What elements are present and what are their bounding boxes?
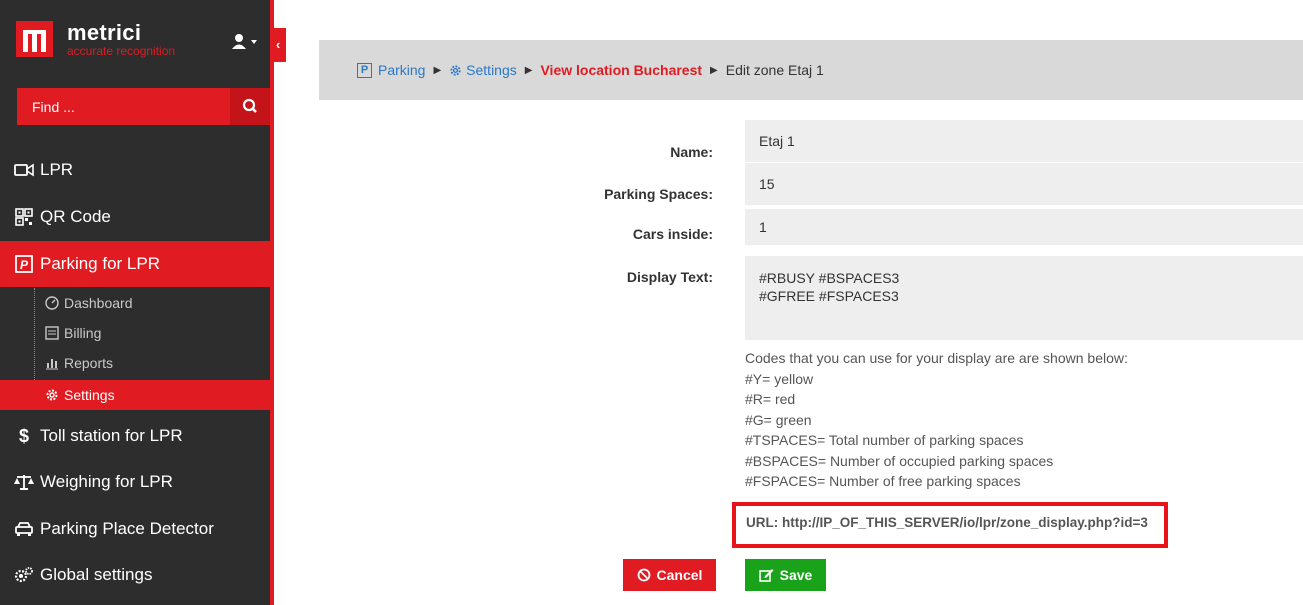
nav-item-label: Global settings: [40, 565, 153, 584]
help-intro: Codes that you can use for your display …: [745, 350, 1128, 366]
sidebar-border: [270, 0, 274, 605]
breadcrumb-view-location[interactable]: View location Bucharest: [540, 62, 702, 78]
nav-item-label: Parking Place Detector: [40, 519, 214, 538]
parking-spaces-field[interactable]: [745, 163, 1303, 205]
sidebar-collapse-button[interactable]: ‹: [270, 28, 286, 62]
brand-name: metrici: [67, 20, 142, 45]
gear-icon: [45, 388, 59, 402]
cancel-button[interactable]: Cancel: [623, 559, 716, 591]
nav-item-lpr[interactable]: LPR: [0, 147, 270, 193]
nav-item-parking-place-detector[interactable]: Parking Place Detector: [0, 506, 270, 552]
caret-right-icon: ▶: [433, 64, 442, 76]
breadcrumb-parking[interactable]: Parking: [378, 62, 425, 78]
name-field[interactable]: [745, 120, 1303, 162]
cogs-icon: [14, 565, 34, 585]
caret-right-icon: ▶: [710, 64, 718, 76]
help-code-g: #G= green: [745, 411, 812, 428]
caret-right-icon: ▶: [524, 64, 533, 76]
sub-item-reports[interactable]: Reports: [0, 348, 270, 378]
nav-item-toll-station[interactable]: $ Toll station for LPR: [0, 413, 270, 459]
video-camera-icon: [14, 160, 34, 180]
chevron-left-icon: ‹: [275, 37, 281, 52]
search-input[interactable]: [17, 88, 216, 125]
breadcrumb-current: Edit zone Etaj 1: [725, 62, 824, 78]
display-text-field[interactable]: #RBUSY #BSPACES3 #GFREE #FSPACES3: [745, 256, 1303, 340]
nav-item-label: Toll station for LPR: [40, 426, 183, 445]
display-text-label: Display Text:: [626, 269, 713, 285]
edit-icon: [758, 569, 774, 582]
sub-item-label: Reports: [64, 355, 114, 371]
sub-item-dashboard[interactable]: Dashboard: [0, 288, 270, 318]
breadcrumb: P Parking ▶ Settings ▶ View location Buc…: [319, 40, 1303, 100]
parking-icon: P: [357, 62, 372, 78]
brand-tagline: accurate recognition: [67, 44, 176, 58]
billing-icon: [45, 326, 59, 340]
nav-item-label: Weighing for LPR: [40, 472, 173, 491]
zone-display-url: URL: http://IP_OF_THIS_SERVER/io/lpr/zon…: [746, 515, 1148, 530]
save-button[interactable]: Save: [745, 559, 826, 591]
cars-inside-label: Cars inside:: [632, 226, 713, 242]
qr-code-icon: [14, 207, 34, 227]
sub-item-label: Billing: [64, 325, 102, 341]
balance-scale-icon: [14, 472, 34, 492]
chart-icon: [45, 356, 59, 370]
help-code-fspaces: #FSPACES= Number of free parking spaces: [745, 473, 1021, 489]
sub-item-billing[interactable]: Billing: [0, 318, 270, 348]
car-icon: [14, 519, 34, 539]
parking-spaces-label: Parking Spaces:: [604, 186, 713, 202]
nav-item-label: LPR: [40, 160, 74, 179]
sidebar: metrici accurate recognition LPR QR: [0, 0, 271, 605]
search-icon: [242, 98, 257, 113]
cars-inside-field[interactable]: [745, 209, 1303, 245]
user-icon: [232, 34, 257, 49]
save-label: Save: [779, 567, 813, 583]
sub-item-label: Settings: [64, 387, 115, 403]
dashboard-icon: [45, 296, 59, 310]
help-code-tspaces: #TSPACES= Total number of parking spaces: [745, 432, 1024, 448]
gear-icon: [449, 64, 462, 77]
sub-item-label: Dashboard: [64, 295, 133, 311]
dollar-icon: $: [18, 425, 29, 446]
search-button[interactable]: [230, 88, 271, 125]
ban-icon: [637, 568, 650, 582]
parking-icon: P: [14, 254, 34, 274]
search-bar: [17, 88, 271, 125]
nav-item-global-settings[interactable]: Global settings: [0, 552, 270, 598]
cancel-label: Cancel: [656, 567, 703, 583]
nav-item-label: QR Code: [40, 207, 111, 226]
nav-item-qr-code[interactable]: QR Code: [0, 194, 270, 240]
help-code-bspaces: #BSPACES= Number of occupied parking spa…: [745, 452, 1054, 469]
user-menu-button[interactable]: [232, 32, 262, 52]
svg-text:P: P: [20, 258, 29, 272]
help-code-r: #R= red: [745, 391, 796, 407]
nav-item-label: Parking for LPR: [40, 254, 160, 273]
display-codes-help: Codes that you can use for your display …: [745, 348, 1128, 492]
logo-icon: [16, 21, 53, 57]
nav-item-parking-for-lpr[interactable]: P Parking for LPR: [0, 241, 270, 287]
brand-header: metrici accurate recognition: [0, 0, 270, 80]
name-label: Name:: [670, 144, 713, 160]
sub-item-settings[interactable]: Settings: [0, 380, 270, 410]
breadcrumb-settings[interactable]: Settings: [466, 62, 517, 78]
nav-item-weighing[interactable]: Weighing for LPR: [0, 459, 270, 505]
help-code-y: #Y= yellow: [745, 370, 814, 387]
